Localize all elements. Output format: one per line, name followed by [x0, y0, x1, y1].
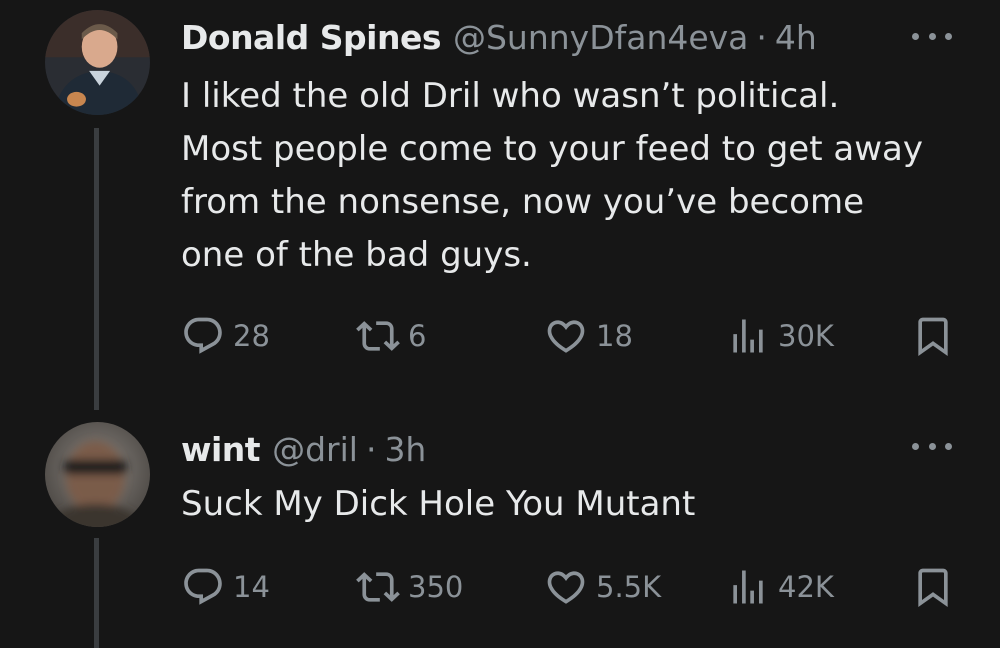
user-handle[interactable]: @dril [272, 430, 358, 469]
reply-count: 28 [233, 319, 270, 353]
like-button[interactable]: 5.5K [544, 562, 661, 612]
more-icon-dot [912, 32, 919, 40]
timestamp[interactable]: 4h [775, 18, 817, 57]
reply-icon [184, 568, 222, 605]
tweet-text-line: one of the bad guys. [181, 235, 532, 275]
retweet-icon [356, 321, 400, 351]
bookmark-button[interactable] [911, 311, 955, 361]
more-options-button[interactable] [912, 26, 952, 46]
reply-button[interactable]: 28 [181, 311, 270, 361]
tweet-actions: 14 350 5.5K 42K [181, 562, 951, 612]
avatar-image [45, 10, 150, 115]
reply-icon [184, 317, 222, 354]
thread-line [94, 538, 99, 648]
avatar[interactable] [45, 10, 150, 115]
tweet-text: I liked the old Dril who wasn’t politica… [181, 70, 971, 282]
display-name[interactable]: Donald Spines [181, 18, 441, 57]
views-icon [733, 319, 763, 353]
separator: · [365, 429, 377, 469]
thread-line [94, 128, 99, 410]
views-count: 42K [778, 570, 834, 604]
avatar-image [45, 422, 150, 527]
more-icon-dot [945, 442, 952, 450]
reply-button[interactable]: 14 [181, 562, 270, 612]
retweet-button[interactable]: 350 [356, 562, 463, 612]
retweet-button[interactable]: 6 [356, 311, 426, 361]
reply-count: 14 [233, 570, 270, 604]
views-count: 30K [778, 319, 834, 353]
tweet-text-line: from the nonsense, now you’ve become [181, 182, 864, 222]
bookmark-button[interactable] [911, 562, 955, 612]
like-button[interactable]: 18 [544, 311, 633, 361]
tweet-actions: 28 6 18 30K [181, 311, 951, 361]
separator: · [756, 17, 767, 57]
more-icon-dot [928, 442, 936, 450]
retweet-icon [356, 572, 400, 602]
more-options-button[interactable] [912, 436, 952, 456]
heart-icon [547, 320, 585, 353]
tweet-text: Suck My Dick Hole You Mutant [181, 478, 971, 531]
tweet-text-line: Suck My Dick Hole You Mutant [181, 484, 696, 524]
views-button[interactable]: 30K [726, 311, 834, 361]
like-count: 5.5K [596, 570, 662, 604]
tweet[interactable]: Donald Spines @SunnyDfan4eva · 4h I like… [0, 0, 1000, 410]
timestamp[interactable]: 3h [384, 430, 426, 469]
views-button[interactable]: 42K [726, 562, 834, 612]
heart-icon [547, 571, 585, 604]
more-icon-dot [928, 32, 936, 40]
tweet-text-line: Most people come to your feed to get awa… [181, 129, 923, 169]
tweet[interactable]: wint @dril · 3h Suck My Dick Hole You Mu… [0, 412, 1000, 648]
user-handle[interactable]: @SunnyDfan4eva [453, 18, 748, 57]
avatar[interactable] [45, 422, 150, 527]
bookmark-icon [918, 317, 948, 357]
tweet-header: Donald Spines @SunnyDfan4eva · 4h [181, 14, 817, 60]
like-count: 18 [596, 319, 633, 353]
more-icon-dot [912, 442, 919, 450]
tweet-text-line: I liked the old Dril who wasn’t politica… [181, 76, 840, 116]
bookmark-icon [918, 568, 948, 608]
views-icon [733, 570, 763, 604]
more-icon-dot [945, 32, 952, 40]
retweet-count: 350 [408, 570, 464, 604]
retweet-count: 6 [408, 319, 427, 353]
tweet-header: wint @dril · 3h [181, 426, 426, 472]
display-name[interactable]: wint [181, 430, 261, 469]
